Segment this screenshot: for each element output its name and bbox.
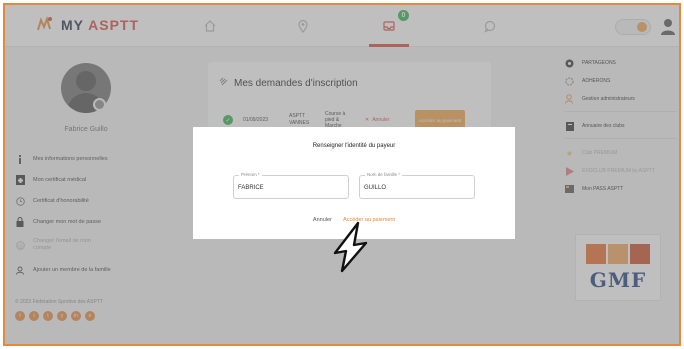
first-name-value[interactable]: FABRICE — [238, 185, 338, 191]
modal-cancel-button[interactable]: Annuler — [313, 217, 332, 223]
last-name-field[interactable]: Nom de famille * GUILLO — [359, 172, 475, 199]
last-name-value[interactable]: GUILLO — [364, 185, 464, 191]
app-window: MY ASPTT 0 Fabrice Guillo — [3, 3, 681, 346]
first-name-field[interactable]: Prénom * FABRICE — [233, 172, 349, 199]
modal-title: Renseigner l'identité du payeur — [312, 143, 396, 149]
last-name-label: Nom de famille * — [365, 172, 403, 177]
first-name-label: Prénom * — [239, 172, 262, 177]
pointer-cursor-icon — [333, 221, 368, 273]
